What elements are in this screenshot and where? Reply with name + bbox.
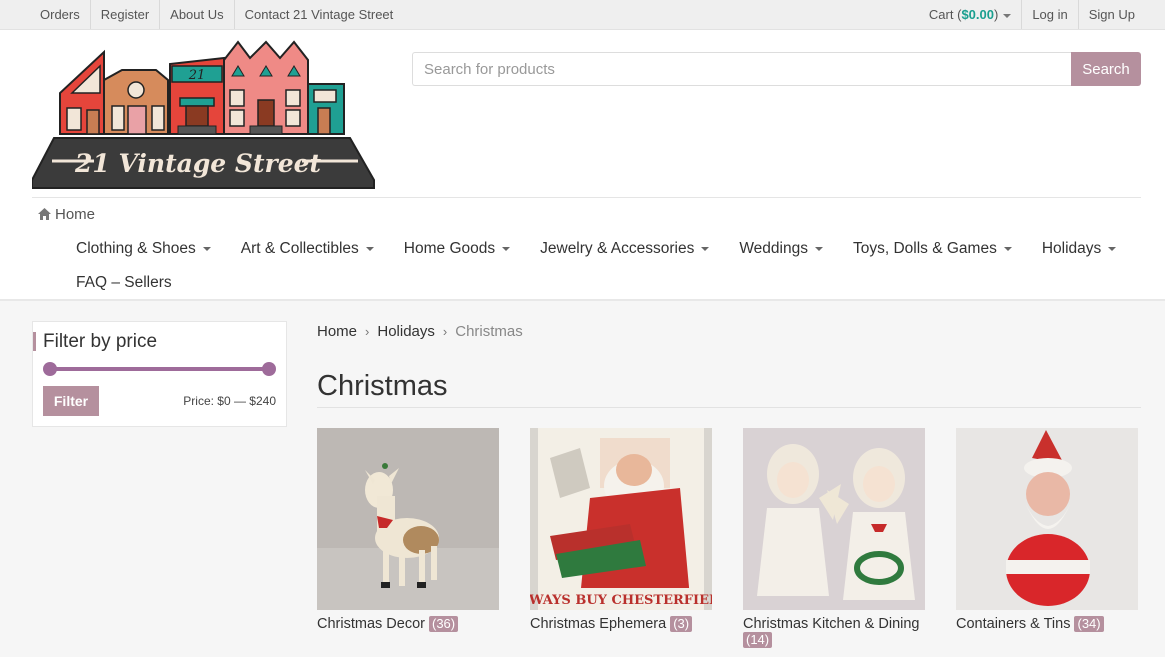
main-navigation: Clothing & Shoes Art & Collectibles Home… xyxy=(76,232,1136,300)
category-name: Christmas Decor xyxy=(317,616,425,632)
cart-dropdown[interactable]: Cart ($0.00) xyxy=(919,0,1021,29)
about-us-link[interactable]: About Us xyxy=(160,0,235,29)
search-input[interactable] xyxy=(412,52,1072,86)
category-count-badge: (34) xyxy=(1074,616,1104,632)
home-link-label: Home xyxy=(55,206,96,223)
site-logo[interactable]: 21 21 Vintage Street xyxy=(31,38,376,193)
cart-label: Cart xyxy=(928,7,954,22)
nav-item-jewelry-accessories[interactable]: Jewelry & Accessories xyxy=(540,240,710,258)
contact-link[interactable]: Contact 21 Vintage Street xyxy=(235,0,404,29)
category-card-christmas-ephemera[interactable]: ALWAYS BUY CHESTERFIELD Christmas Epheme… xyxy=(530,428,712,632)
chevron-down-icon xyxy=(1108,246,1117,251)
nav-item-label: Jewelry & Accessories xyxy=(540,240,695,257)
filter-title: Filter by price xyxy=(33,332,157,351)
nav-item-label: Home Goods xyxy=(403,240,496,257)
chevron-down-icon xyxy=(365,246,374,251)
category-card-christmas-decor[interactable]: Christmas Decor (36) xyxy=(317,428,499,632)
nav-item-toys-dolls-games[interactable]: Toys, Dolls & Games xyxy=(853,240,1012,258)
page-title: Christmas xyxy=(317,370,448,402)
nav-row-1: Clothing & Shoes Art & Collectibles Home… xyxy=(76,232,1136,266)
chevron-down-icon xyxy=(1003,13,1012,18)
filter-button[interactable]: Filter xyxy=(43,386,99,416)
price-range-label: Price: $0 — $240 xyxy=(183,394,276,408)
nav-row-2: FAQ – Sellers xyxy=(76,266,1136,300)
category-name: Christmas Kitchen & Dining xyxy=(743,616,920,632)
category-name: Christmas Ephemera xyxy=(530,616,667,632)
santa-ad-image[interactable]: ALWAYS BUY CHESTERFIELD xyxy=(530,428,712,610)
home-link[interactable]: Home xyxy=(38,206,95,223)
chevron-right-icon: › xyxy=(365,324,370,339)
santa-container-image[interactable] xyxy=(956,428,1138,610)
nav-item-home-goods[interactable]: Home Goods xyxy=(403,240,511,258)
nav-item-label: Art & Collectibles xyxy=(240,240,359,257)
breadcrumb-current: Christmas xyxy=(455,323,523,340)
title-divider xyxy=(317,407,1141,408)
price-slider-min-handle[interactable] xyxy=(43,362,57,376)
signup-link[interactable]: Sign Up xyxy=(1077,0,1145,29)
top-bar-right-links: Cart ($0.00) Log in Sign Up xyxy=(919,0,1145,29)
logo-text: 21 Vintage Street xyxy=(74,149,322,178)
login-link[interactable]: Log in xyxy=(1021,0,1077,29)
search-button[interactable]: Search xyxy=(1071,52,1141,86)
nav-item-label: Weddings xyxy=(739,240,808,257)
svg-text:ALWAYS BUY CHESTERFIELD: ALWAYS BUY CHESTERFIELD xyxy=(530,593,712,608)
nav-item-clothing-shoes[interactable]: Clothing & Shoes xyxy=(76,240,211,258)
top-bar: Orders Register About Us Contact 21 Vint… xyxy=(0,0,1165,30)
price-slider-track[interactable] xyxy=(50,367,269,371)
category-card-containers-tins[interactable]: Containers & Tins (34) xyxy=(956,428,1138,632)
price-filter-widget: Filter by price Filter Price: $0 — $240 xyxy=(32,321,287,427)
chevron-down-icon xyxy=(1003,246,1012,251)
breadcrumb: Home › Holidays › Christmas xyxy=(317,323,523,341)
breadcrumb-holidays[interactable]: Holidays xyxy=(377,323,435,341)
category-count-badge: (14) xyxy=(743,632,773,648)
nav-item-label: Toys, Dolls & Games xyxy=(852,240,997,257)
nav-item-label: Holidays xyxy=(1041,240,1102,257)
category-count-badge: (3) xyxy=(670,616,693,632)
header-divider xyxy=(32,197,1141,198)
top-bar-left-links: Orders Register About Us Contact 21 Vint… xyxy=(30,0,403,29)
nav-item-weddings[interactable]: Weddings xyxy=(739,240,823,258)
chevron-down-icon xyxy=(814,246,823,251)
price-slider-max-handle[interactable] xyxy=(262,362,276,376)
chevron-right-icon: › xyxy=(442,324,448,339)
category-name: Containers & Tins xyxy=(956,616,1071,632)
product-search: Search xyxy=(412,52,1141,86)
chevron-down-icon xyxy=(502,246,511,251)
register-link[interactable]: Register xyxy=(91,0,161,29)
cart-amount: $0.00 xyxy=(961,7,994,22)
orders-link[interactable]: Orders xyxy=(30,0,91,29)
breadcrumb-home[interactable]: Home xyxy=(317,323,357,341)
category-count-badge: (36) xyxy=(429,616,459,632)
home-icon xyxy=(38,208,51,220)
cart-close-paren: ) xyxy=(993,7,999,22)
nav-item-label: Clothing & Shoes xyxy=(76,240,196,257)
category-card-christmas-kitchen-dining[interactable]: Christmas Kitchen & Dining (14) xyxy=(743,428,925,648)
angel-figurines-image[interactable] xyxy=(743,428,925,610)
nav-item-faq-sellers[interactable]: FAQ – Sellers xyxy=(76,274,172,292)
nav-item-art-collectibles[interactable]: Art & Collectibles xyxy=(241,240,374,258)
logo-number: 21 xyxy=(188,68,206,83)
chevron-down-icon xyxy=(701,246,710,251)
chevron-down-icon xyxy=(202,246,211,251)
nav-item-holidays[interactable]: Holidays xyxy=(1041,240,1117,258)
reindeer-figurine-image[interactable] xyxy=(317,428,499,610)
